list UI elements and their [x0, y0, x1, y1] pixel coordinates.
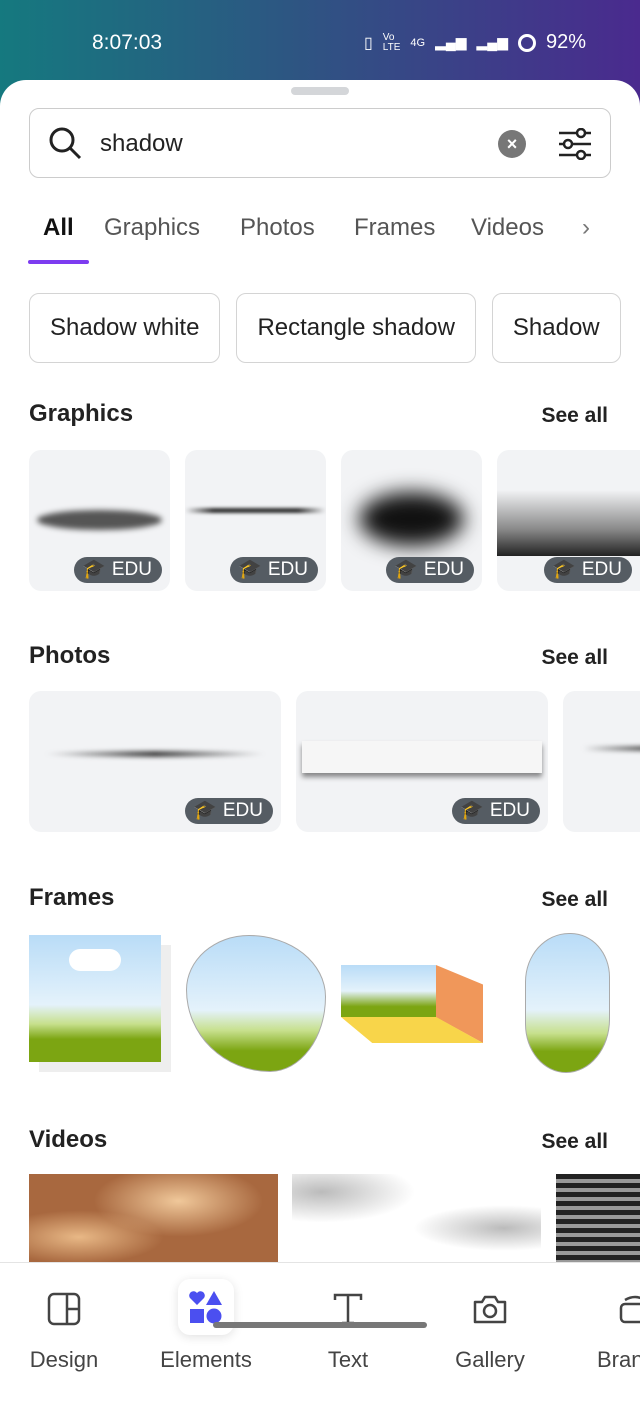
video-item[interactable] [29, 1174, 278, 1264]
photo-item[interactable] [563, 691, 640, 832]
graduation-cap-icon: 🎓 [460, 800, 484, 821]
drag-handle[interactable] [291, 87, 349, 95]
photos-heading: Photos [29, 642, 111, 669]
chip-shadow-white[interactable]: Shadow white [29, 293, 221, 363]
graphic-item[interactable]: 🎓 EDU [497, 450, 640, 591]
elements-panel: shadow × All Graphics Photos Frames Vide… [0, 80, 640, 1422]
edu-badge: 🎓 EDU [185, 798, 273, 824]
camera-icon [473, 1295, 507, 1324]
tab-photos[interactable]: Photos [240, 214, 315, 242]
frame-item[interactable] [525, 933, 610, 1073]
tab-frames[interactable]: Frames [354, 214, 435, 242]
network-type: 4G [410, 36, 426, 49]
frames-heading: Frames [29, 884, 115, 911]
clear-icon[interactable]: × [498, 130, 526, 158]
battery-level: 92% [545, 31, 586, 53]
active-tab-indicator [28, 260, 89, 264]
text-icon [333, 1293, 363, 1325]
videos-see-all[interactable]: See all [541, 1130, 608, 1154]
photo-item[interactable]: 🎓 EDU [296, 691, 548, 832]
chip-shadow[interactable]: Shadow [491, 293, 621, 363]
graduation-cap-icon: 🎓 [82, 559, 106, 580]
photo-item[interactable]: 🎓 EDU [29, 691, 281, 832]
videos-heading: Videos [29, 1126, 108, 1153]
edu-badge: 🎓 EDU [386, 557, 474, 583]
photos-see-all[interactable]: See all [541, 646, 608, 670]
status-bar: 8:07:03 ▯ Vo LTE 4G ▂▄▆ ▂▄▆ 92% [0, 0, 640, 80]
search-icon [49, 127, 82, 160]
graduation-cap-icon: 🎓 [238, 559, 262, 580]
chevron-right-icon[interactable]: › [582, 214, 590, 242]
search-query[interactable]: shadow [100, 130, 183, 158]
category-tabs: All Graphics Photos Frames Videos › [0, 210, 640, 266]
home-indicator[interactable] [213, 1322, 427, 1328]
video-item[interactable] [292, 1174, 541, 1264]
graphics-see-all[interactable]: See all [541, 404, 608, 428]
frames-see-all[interactable]: See all [541, 888, 608, 912]
video-item[interactable] [556, 1174, 640, 1264]
brand-icon [619, 1295, 640, 1324]
graphic-item[interactable]: 🎓 EDU [341, 450, 482, 591]
graduation-cap-icon: 🎓 [552, 559, 576, 580]
suggestion-chips: Shadow white Rectangle shadow Shadow [29, 293, 621, 363]
battery-icon [517, 33, 536, 52]
vibrate-icon: ▯ [363, 34, 373, 52]
graphic-item[interactable]: 🎓 EDU [29, 450, 170, 591]
graduation-cap-icon: 🎓 [193, 800, 217, 821]
signal-icon: ▂▄▆ [435, 34, 467, 50]
filter-icon[interactable] [557, 128, 593, 160]
clock: 8:07:03 [92, 31, 163, 54]
bottom-nav: Design Elements Text Gallery Brand [0, 1262, 640, 1422]
tab-graphics[interactable]: Graphics [104, 214, 200, 242]
graduation-cap-icon: 🎓 [394, 559, 418, 580]
chip-rectangle-shadow[interactable]: Rectangle shadow [236, 293, 476, 363]
shapes-icon [189, 1291, 222, 1324]
tab-videos[interactable]: Videos [471, 214, 544, 242]
frame-item[interactable] [341, 965, 483, 1045]
signal-icon-2: ▂▄▆ [476, 34, 508, 50]
graphic-item[interactable]: 🎓 EDU [185, 450, 326, 591]
frame-item[interactable] [29, 935, 171, 1072]
graphics-heading: Graphics [29, 400, 134, 427]
edu-badge: 🎓 EDU [452, 798, 540, 824]
tab-all[interactable]: All [43, 214, 74, 242]
search-input[interactable]: shadow × [29, 108, 611, 178]
edu-badge: 🎓 EDU [74, 557, 162, 583]
frame-item[interactable] [186, 935, 326, 1072]
edu-badge: 🎓 EDU [544, 557, 632, 583]
volte-icon: Vo LTE [382, 31, 401, 53]
edu-badge: 🎓 EDU [230, 557, 318, 583]
layout-icon [47, 1292, 81, 1326]
